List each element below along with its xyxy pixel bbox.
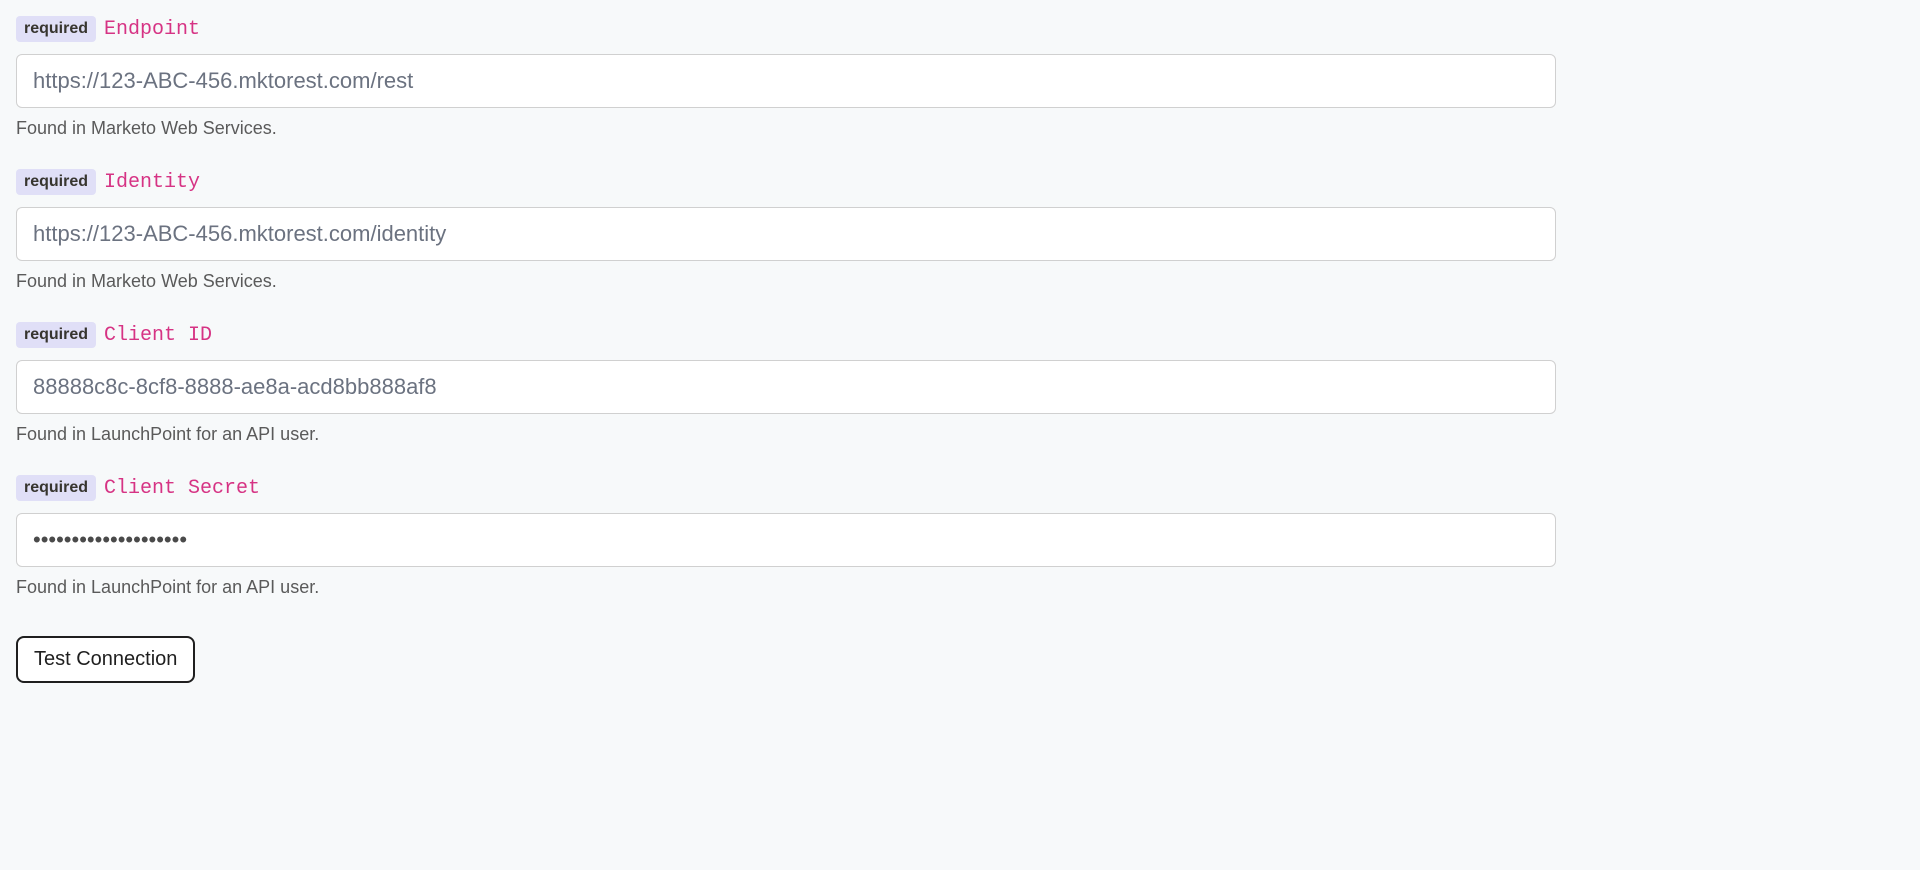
client-id-label-row: required Client ID bbox=[16, 322, 1556, 348]
client-secret-group: required Client Secret Found in LaunchPo… bbox=[16, 475, 1556, 598]
client-id-input[interactable] bbox=[16, 360, 1556, 414]
client-secret-label: Client Secret bbox=[104, 477, 260, 500]
client-id-group: required Client ID Found in LaunchPoint … bbox=[16, 322, 1556, 445]
endpoint-input[interactable] bbox=[16, 54, 1556, 108]
endpoint-label-row: required Endpoint bbox=[16, 16, 1556, 42]
required-badge: required bbox=[16, 16, 96, 42]
identity-label: Identity bbox=[104, 171, 200, 194]
required-badge: required bbox=[16, 475, 96, 501]
required-badge: required bbox=[16, 169, 96, 195]
identity-help: Found in Marketo Web Services. bbox=[16, 271, 1556, 292]
client-id-label: Client ID bbox=[104, 324, 212, 347]
endpoint-group: required Endpoint Found in Marketo Web S… bbox=[16, 16, 1556, 139]
required-badge: required bbox=[16, 322, 96, 348]
identity-label-row: required Identity bbox=[16, 169, 1556, 195]
test-connection-button[interactable]: Test Connection bbox=[16, 636, 195, 683]
identity-input[interactable] bbox=[16, 207, 1556, 261]
client-id-help: Found in LaunchPoint for an API user. bbox=[16, 424, 1556, 445]
client-secret-input[interactable] bbox=[16, 513, 1556, 567]
client-secret-label-row: required Client Secret bbox=[16, 475, 1556, 501]
endpoint-help: Found in Marketo Web Services. bbox=[16, 118, 1556, 139]
connection-form: required Endpoint Found in Marketo Web S… bbox=[16, 16, 1556, 683]
endpoint-label: Endpoint bbox=[104, 18, 200, 41]
client-secret-help: Found in LaunchPoint for an API user. bbox=[16, 577, 1556, 598]
identity-group: required Identity Found in Marketo Web S… bbox=[16, 169, 1556, 292]
